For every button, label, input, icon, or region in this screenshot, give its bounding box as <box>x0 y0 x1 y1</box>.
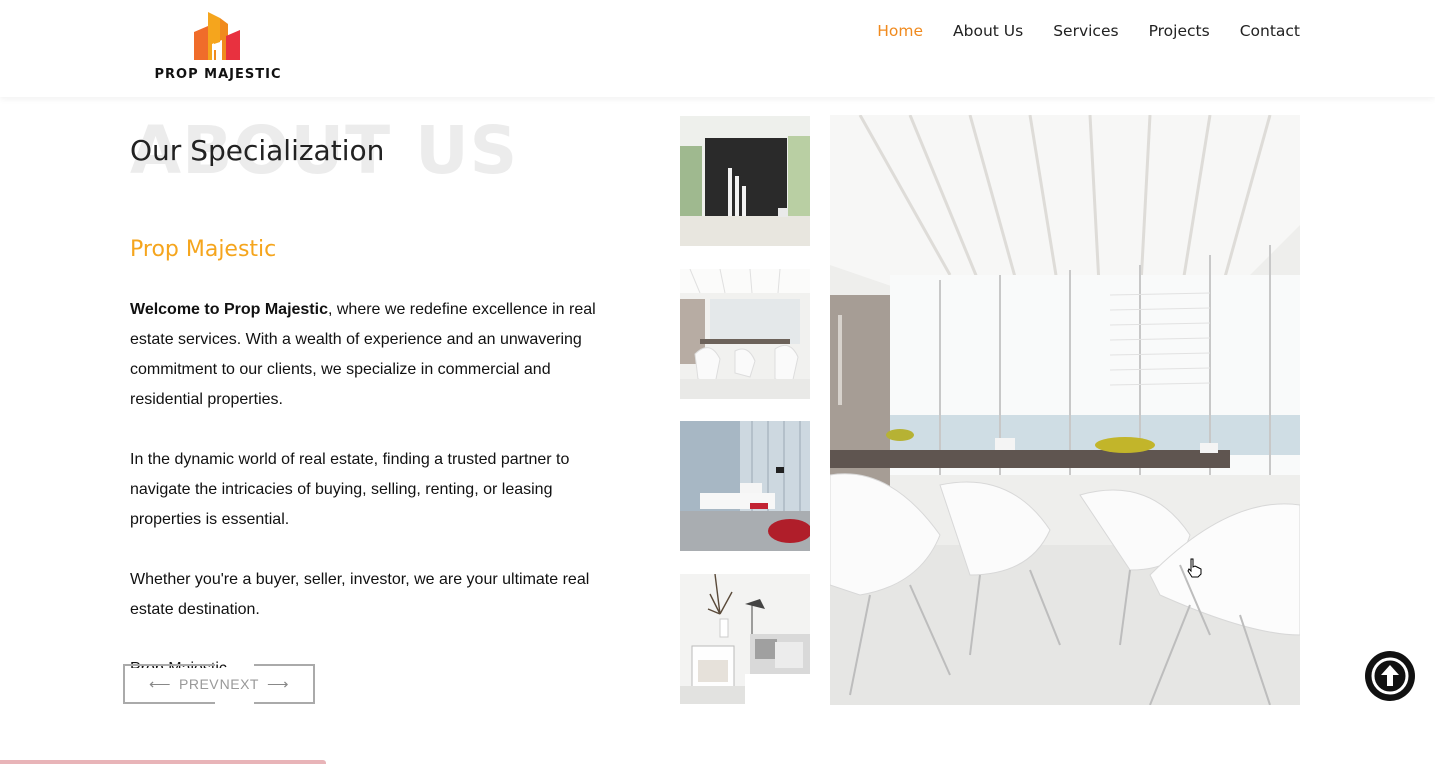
prev-label: PREV <box>179 676 220 692</box>
next-label: NEXT <box>219 676 259 692</box>
thumbnail-image <box>680 421 810 551</box>
nav-services[interactable]: Services <box>1053 22 1118 40</box>
scroll-to-top-button[interactable] <box>1365 651 1415 701</box>
main-nav: Home About Us Services Projects Contact <box>877 22 1300 40</box>
nav-contact[interactable]: Contact <box>1240 22 1300 40</box>
main-gallery-image[interactable] <box>830 115 1300 705</box>
thumbnail-1[interactable] <box>680 116 810 246</box>
bottom-bar <box>0 760 326 764</box>
nav-about-us[interactable]: About Us <box>953 22 1023 40</box>
logo-text: PROP MAJESTIC <box>154 67 282 82</box>
third-paragraph: Whether you're a buyer, seller, investor… <box>130 571 590 618</box>
hand-cursor-icon <box>1187 558 1202 578</box>
intro-paragraph: Welcome to Prop Majestic, where we redef… <box>130 295 610 415</box>
thumbnail-image <box>680 269 810 399</box>
prev-button[interactable]: ⟵ PREV <box>123 664 219 704</box>
thumbnail-3[interactable] <box>680 421 810 551</box>
thumbnail-image <box>680 116 810 246</box>
arrow-right-icon: ⟶ <box>266 676 289 693</box>
arrow-left-icon: ⟵ <box>149 676 172 693</box>
arrow-up-circle-icon <box>1371 657 1409 695</box>
site-logo[interactable]: PROP MAJESTIC <box>148 10 288 84</box>
intro-bold: Welcome to Prop Majestic <box>130 301 328 318</box>
next-button[interactable]: NEXT ⟶ <box>220 664 315 704</box>
section-title: Our Specialization <box>130 134 385 167</box>
main-image <box>830 115 1300 705</box>
thumbnail-4[interactable] <box>680 574 810 704</box>
logo-building-icon <box>194 12 240 60</box>
nav-home[interactable]: Home <box>877 22 923 40</box>
thumbnail-image <box>680 574 810 704</box>
brand-title: Prop Majestic <box>130 237 277 262</box>
site-header: PROP MAJESTIC Home About Us Services Pro… <box>0 0 1435 97</box>
thumbnail-2[interactable] <box>680 269 810 399</box>
second-paragraph: In the dynamic world of real estate, fin… <box>130 451 570 528</box>
nav-projects[interactable]: Projects <box>1149 22 1210 40</box>
